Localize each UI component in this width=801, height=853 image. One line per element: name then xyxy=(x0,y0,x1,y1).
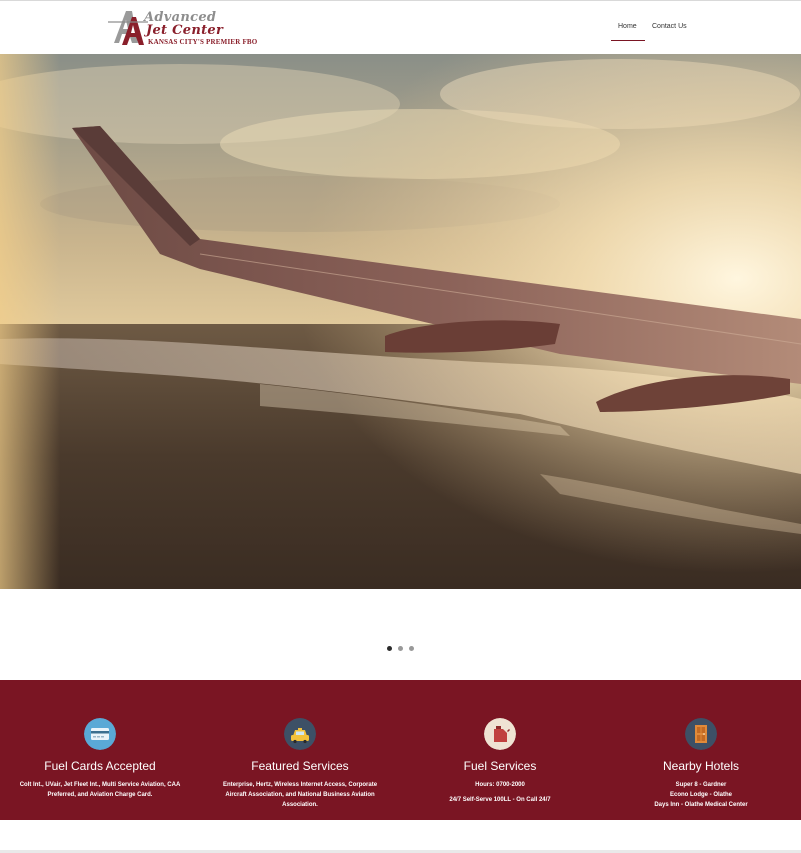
brand-logo[interactable]: Advanced Jet Center KANSAS CITY'S PREMIE… xyxy=(108,7,264,49)
hero-slide-image xyxy=(0,54,801,589)
feature-text-line: Super 8 - Gardner xyxy=(675,782,727,788)
nav-active-indicator xyxy=(611,40,645,41)
carousel-controls xyxy=(0,589,801,680)
brand-tagline: KANSAS CITY'S PREMIER FBO xyxy=(148,38,258,46)
logo-mark-icon xyxy=(108,11,148,45)
feature-description: Super 8 - Gardner Econo Lodge - Olathe D… xyxy=(616,780,786,810)
feature-description: Enterprise, Hertz, Wireless Internet Acc… xyxy=(215,780,385,810)
feature-title: Featured Services xyxy=(251,759,349,773)
airplane-wing-photo xyxy=(0,54,801,589)
feature-text-line: Econo Lodge - Olathe xyxy=(669,792,732,798)
credit-card-icon xyxy=(84,718,116,750)
feature-text-line: Hours: 0700-2000 xyxy=(475,782,525,788)
feature-description: Hours: 0700-2000 24/7 Self-Serve 100LL -… xyxy=(415,780,585,805)
brand-name-line2: Jet Center xyxy=(146,23,224,38)
feature-text-line: 24/7 Self-Serve 100LL - On Call 24/7 xyxy=(449,797,551,803)
features-section: Fuel Cards Accepted Colt Int., UVair, Je… xyxy=(0,680,801,820)
page-bottom xyxy=(0,820,801,853)
feature-text-line: Colt Int., UVair, Jet Fleet Int., Multi … xyxy=(19,782,181,798)
feature-text-line: Enterprise, Hertz, Wireless Internet Acc… xyxy=(222,782,378,808)
feature-fuel-cards: Fuel Cards Accepted Colt Int., UVair, Je… xyxy=(0,680,200,820)
hotel-door-icon xyxy=(685,718,717,750)
carousel-dot-3[interactable] xyxy=(409,646,414,651)
carousel-dot-2[interactable] xyxy=(398,646,403,651)
nav-home-link[interactable]: Home xyxy=(618,23,637,30)
feature-title: Fuel Services xyxy=(463,759,537,773)
taxi-icon xyxy=(284,718,316,750)
feature-fuel-services: Fuel Services Hours: 0700-2000 24/7 Self… xyxy=(400,680,600,820)
feature-text-line: Days Inn - Olathe Medical Center xyxy=(654,802,748,808)
feature-title: Nearby Hotels xyxy=(662,759,740,773)
nav-contact-link[interactable]: Contact Us xyxy=(652,23,687,30)
fuel-can-icon xyxy=(484,718,516,750)
feature-nearby-hotels: Nearby Hotels Super 8 - Gardner Econo Lo… xyxy=(601,680,801,820)
site-header: Advanced Jet Center KANSAS CITY'S PREMIE… xyxy=(0,1,801,54)
carousel-dot-1[interactable] xyxy=(387,646,392,651)
feature-title: Fuel Cards Accepted xyxy=(44,759,156,773)
feature-featured-services: Featured Services Enterprise, Hertz, Wir… xyxy=(200,680,400,820)
feature-description: Colt Int., UVair, Jet Fleet Int., Multi … xyxy=(15,780,185,800)
